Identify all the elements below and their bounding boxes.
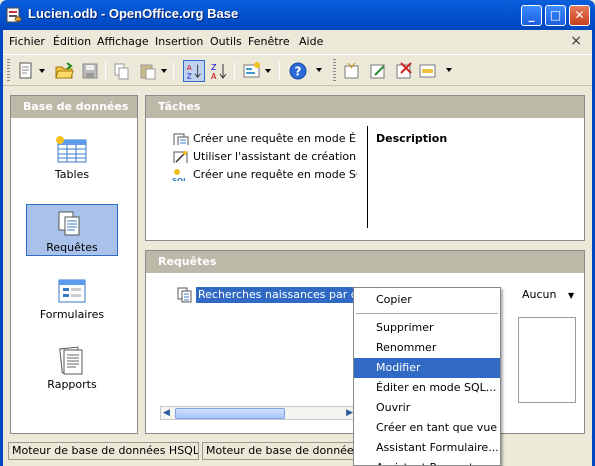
task-wizard[interactable]: Utiliser l'assistant de création de requ…: [172, 150, 357, 163]
minimize-button[interactable]: _: [521, 5, 542, 26]
toolbar-grip-2[interactable]: [333, 59, 336, 83]
description-title: Description: [376, 132, 448, 145]
list-item[interactable]: Recherches naissances par département: [176, 287, 356, 303]
scroll-left-icon[interactable]: ◀: [163, 408, 170, 418]
sort-ascending-icon[interactable]: AZ: [183, 60, 205, 82]
tasks-pane: Tâches Créer une requête en mode Ébauche…: [145, 95, 585, 241]
new-form-icon[interactable]: [341, 60, 363, 82]
menu-item-copier[interactable]: Copier: [354, 290, 500, 310]
database-pane: Base de données Tables Requêtes Formulai…: [10, 95, 138, 434]
status-bar: Moteur de base de données HSQL Moteur de…: [3, 440, 592, 463]
tasks-pane-title: Tâches: [146, 96, 584, 118]
task-create-sql-label: Créer une requête en mode SQL...: [193, 168, 357, 181]
chevron-down-icon: ▼: [568, 291, 575, 300]
new-document-icon[interactable]: [15, 60, 37, 82]
form-icon[interactable]: [241, 60, 263, 82]
menu-insertion[interactable]: Insertion: [155, 35, 203, 48]
close-button[interactable]: ✕: [569, 5, 590, 26]
svg-text:?: ?: [295, 65, 302, 79]
database-pane-title: Base de données: [11, 96, 137, 118]
svg-text:A: A: [211, 72, 217, 81]
menu-item-modifier[interactable]: Modifier: [354, 358, 500, 378]
nav-item-rapports-label: Rapports: [47, 378, 97, 391]
window-title: Lucien.odb - OpenOffice.org Base: [28, 6, 239, 21]
nav-item-formulaires-label: Formulaires: [39, 308, 105, 321]
menu-bar: Fichier Édition Affichage Insertion Outi…: [3, 32, 592, 52]
form-dropdown-arrow-icon[interactable]: [265, 69, 271, 73]
menu-item-supprimer[interactable]: Supprimer: [354, 318, 500, 338]
description-divider: [367, 126, 368, 228]
paste-dropdown-arrow-icon[interactable]: [161, 69, 167, 73]
delete-icon[interactable]: [393, 60, 415, 82]
query-name: Recherches naissances par département: [196, 287, 356, 303]
scroll-right-icon[interactable]: ▶: [346, 408, 353, 418]
forms-icon: [58, 279, 86, 303]
svg-text:SQL: SQL: [172, 177, 188, 181]
open-folder-icon[interactable]: [53, 60, 75, 82]
preview-area: [518, 317, 576, 403]
help-icon[interactable]: ?: [287, 60, 309, 82]
query-design-icon: [173, 133, 189, 145]
nav-item-requetes[interactable]: Requêtes: [26, 204, 118, 256]
task-create-sql[interactable]: SQL Créer une requête en mode SQL...: [172, 168, 357, 181]
document-close-button[interactable]: ×: [570, 33, 582, 49]
menu-edition[interactable]: Édition: [53, 35, 91, 48]
svg-text:Z: Z: [187, 71, 192, 80]
context-menu: Copier Supprimer Renommer Modifier Édite…: [353, 287, 501, 466]
preview-select[interactable]: Aucun ▼: [522, 288, 574, 301]
menu-item-renommer[interactable]: Renommer: [354, 338, 500, 358]
query-icon: [177, 287, 192, 303]
nav-item-tables-label: Tables: [54, 168, 90, 181]
status-cell-engine-2: Moteur de base de données HSQL: [202, 442, 362, 460]
toolbar: AZ ZA ?: [3, 54, 592, 86]
new-dropdown-arrow-icon[interactable]: [39, 69, 45, 73]
sql-icon: SQL: [172, 169, 188, 181]
query-wizard-icon: [173, 151, 188, 163]
nav-item-requetes-label: Requêtes: [46, 241, 98, 254]
save-icon[interactable]: [79, 60, 101, 82]
nav-item-formulaires[interactable]: Formulaires: [26, 272, 118, 324]
task-wizard-label: Utiliser l'assistant de création de requ…: [193, 150, 357, 163]
menu-aide[interactable]: Aide: [299, 35, 323, 48]
rename-icon[interactable]: [417, 60, 439, 82]
task-create-design[interactable]: Créer une requête en mode Ébauche...: [172, 132, 357, 145]
menu-item-ouvrir[interactable]: Ouvrir: [354, 398, 500, 418]
task-create-design-label: Créer une requête en mode Ébauche...: [193, 132, 357, 145]
queries-pane-title: Requêtes: [146, 251, 584, 273]
menu-item-assistant-rapport[interactable]: Assistant Rapport...: [354, 458, 500, 465]
menu-outils[interactable]: Outils: [210, 35, 242, 48]
queries-icon: [58, 211, 80, 236]
nav-item-tables[interactable]: Tables: [26, 132, 118, 184]
app-icon: [6, 7, 22, 23]
horizontal-scrollbar[interactable]: ◀ ▶: [160, 406, 356, 420]
title-bar[interactable]: Lucien.odb - OpenOffice.org Base _ □ ✕: [0, 0, 595, 30]
reports-icon: [59, 346, 83, 375]
svg-text:Z: Z: [211, 63, 217, 72]
nav-item-rapports[interactable]: Rapports: [26, 342, 118, 394]
toolbar-grip[interactable]: [7, 59, 10, 83]
paste-icon[interactable]: [137, 60, 159, 82]
menu-item-editer-sql[interactable]: Éditer en mode SQL...: [354, 378, 500, 398]
menu-fichier[interactable]: Fichier: [9, 35, 45, 48]
scrollbar-thumb[interactable]: [175, 408, 285, 419]
tables-icon: [56, 136, 87, 163]
preview-select-value: Aucun: [522, 288, 557, 301]
maximize-button[interactable]: □: [545, 5, 566, 26]
edit-icon[interactable]: [367, 60, 389, 82]
menu-item-assistant-formulaire[interactable]: Assistant Formulaire...: [354, 438, 500, 458]
sort-descending-icon[interactable]: ZA: [208, 60, 230, 82]
menu-affichage[interactable]: Affichage: [97, 35, 149, 48]
status-cell-engine: Moteur de base de données HSQL: [8, 442, 199, 460]
menu-fenetre[interactable]: Fenêtre: [248, 35, 290, 48]
menu-item-creer-vue[interactable]: Créer en tant que vue: [354, 418, 500, 438]
copy-icon[interactable]: [111, 60, 133, 82]
